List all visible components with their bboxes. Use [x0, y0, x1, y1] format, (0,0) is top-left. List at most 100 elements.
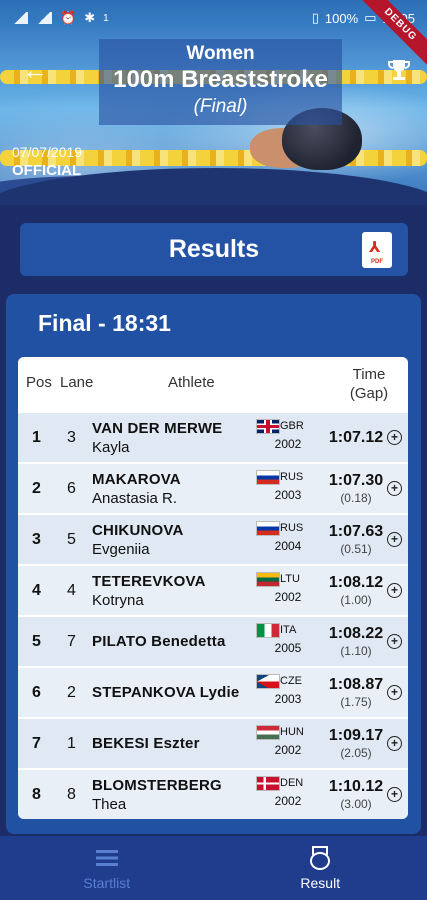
back-arrow-icon[interactable]: ←	[22, 57, 50, 83]
athlete-lastname: MAKAROVA	[92, 470, 181, 488]
athlete-lastname: BLOMSTERBERG	[92, 776, 222, 794]
nav-result[interactable]: Result	[214, 836, 427, 900]
status-bar: ⏰ ✱ 1 ▯ 100% ▭ 14:05	[0, 0, 427, 36]
table-header: Pos Lane Athlete Time (Gap)	[18, 357, 408, 411]
expand-row-button[interactable]: +	[387, 464, 402, 513]
row-position: 1	[32, 428, 41, 446]
athlete-lastname: PILATO Benedetta	[92, 633, 226, 650]
row-athlete: MAKAROVA Anastasia R.	[92, 464, 256, 513]
result-row[interactable]: 2 6 MAKAROVA Anastasia R. RUS 2003 1:07.…	[18, 462, 408, 513]
row-nation: ITA 2005	[256, 623, 312, 655]
row-position: 7	[32, 734, 41, 752]
row-nation: DEN 2002	[256, 776, 312, 808]
nav-startlist[interactable]: Startlist	[0, 836, 214, 900]
result-row[interactable]: 4 4 TETEREVKOVA Kotryna LTU 2002 1:08.12…	[18, 564, 408, 615]
result-gap: (1.75)	[340, 695, 372, 709]
battery-percent: 100%	[324, 10, 359, 26]
row-athlete: BEKESI Eszter	[92, 719, 256, 768]
result-row[interactable]: 7 1 BEKESI Eszter HUN 2002 1:09.17 (2.05…	[18, 717, 408, 768]
result-time: 1:07.30	[328, 472, 384, 489]
results-table: Pos Lane Athlete Time (Gap) 1 3 VAN DER …	[18, 357, 408, 819]
athlete-firstname: Evgeniia	[92, 540, 150, 558]
event-gender: Women	[186, 43, 255, 64]
athlete-firstname: Anastasia R.	[92, 489, 178, 507]
row-athlete: VAN DER MERWE Kayla	[92, 413, 256, 462]
row-lane: 6	[67, 479, 76, 497]
nav-startlist-label: Startlist	[83, 875, 131, 891]
result-time: 1:07.63	[328, 523, 384, 540]
official-status: OFFICIAL	[12, 162, 82, 179]
trophy-icon[interactable]	[385, 56, 413, 84]
birth-year: 2004	[274, 539, 302, 553]
country-code: RUS	[280, 471, 304, 483]
athlete-lastname: VAN DER MERWE	[92, 419, 223, 437]
athlete-lastname: TETEREVKOVA	[92, 572, 206, 590]
plus-circle-icon: +	[387, 685, 402, 700]
country-code: RUS	[280, 522, 304, 534]
result-row[interactable]: 8 8 BLOMSTERBERG Thea DEN 2002 1:10.12 (…	[18, 768, 408, 819]
result-time: 1:08.12	[328, 574, 384, 591]
results-header-bar: Results ⅄ PDF	[20, 223, 408, 276]
athlete-firstname: Thea	[92, 795, 127, 813]
result-row[interactable]: 1 3 VAN DER MERWE Kayla GBR 2002 1:07.12…	[18, 411, 408, 462]
expand-row-button[interactable]: +	[387, 515, 402, 564]
plus-circle-icon: +	[387, 430, 402, 445]
header-pos: Pos	[26, 374, 52, 391]
acrobat-glyph-icon: ⅄	[369, 239, 381, 256]
row-position: 4	[32, 581, 41, 599]
row-lane: 2	[67, 683, 76, 701]
row-time: 1:08.22 (1.10)	[318, 617, 394, 666]
flag-hun-icon	[256, 725, 280, 740]
expand-row-button[interactable]: +	[387, 566, 402, 615]
expand-row-button[interactable]: +	[387, 770, 402, 819]
event-date: 07/07/2019	[12, 144, 83, 160]
country-code: ITA	[280, 624, 297, 636]
result-row[interactable]: 3 5 CHIKUNOVA Evgeniia RUS 2004 1:07.63 …	[18, 513, 408, 564]
expand-row-button[interactable]: +	[387, 668, 402, 717]
event-name: 100m Breaststroke	[113, 66, 328, 93]
event-title-box: Women 100m Breaststroke (Final)	[99, 39, 342, 125]
header-lane: Lane	[60, 374, 94, 391]
result-time: 1:08.87	[328, 676, 384, 693]
row-athlete: BLOMSTERBERG Thea	[92, 770, 256, 819]
country-code: HUN	[280, 726, 304, 738]
header-athlete: Athlete	[168, 374, 215, 391]
athlete-lastname: STEPANKOVA Lydie	[92, 684, 240, 701]
birth-year: 2003	[274, 692, 302, 706]
row-lane: 3	[67, 428, 76, 446]
result-gap: (0.18)	[340, 491, 372, 505]
result-row[interactable]: 5 7 PILATO Benedetta ITA 2005 1:08.22 (1…	[18, 615, 408, 666]
signal-icon	[12, 12, 28, 24]
row-time: 1:07.63 (0.51)	[318, 515, 394, 564]
flag-rus-icon	[256, 521, 280, 536]
event-phase: (Final)	[193, 96, 248, 117]
results-panel: Final - 18:31 Pos Lane Athlete Time (Gap…	[6, 294, 421, 834]
row-position: 2	[32, 479, 41, 497]
signal-icon	[36, 12, 52, 24]
expand-row-button[interactable]: +	[387, 413, 402, 462]
event-header: ⏰ ✱ 1 ▯ 100% ▭ 14:05 DEBUG ← Women 100m …	[0, 0, 427, 205]
bluetooth-icon: ✱	[84, 10, 96, 25]
flag-ltu-icon	[256, 572, 280, 587]
flag-ita-icon	[256, 623, 280, 638]
row-position: 5	[32, 632, 41, 650]
plus-circle-icon: +	[387, 583, 402, 598]
birth-year: 2002	[274, 743, 302, 757]
flag-gbr-icon	[256, 419, 280, 434]
pdf-icon[interactable]: ⅄ PDF	[362, 232, 392, 268]
athlete-firstname: Kotryna	[92, 591, 144, 609]
row-athlete: TETEREVKOVA Kotryna	[92, 566, 256, 615]
plus-circle-icon: +	[387, 532, 402, 547]
expand-row-button[interactable]: +	[387, 719, 402, 768]
header-time: Time (Gap)	[340, 365, 398, 403]
expand-row-button[interactable]: +	[387, 617, 402, 666]
result-time: 1:08.22	[328, 625, 384, 642]
result-row[interactable]: 6 2 STEPANKOVA Lydie CZE 2003 1:08.87 (1…	[18, 666, 408, 717]
athlete-firstname: Kayla	[92, 438, 130, 456]
row-time: 1:07.12	[318, 413, 394, 462]
country-code: GBR	[280, 420, 304, 432]
row-nation: RUS 2004	[256, 521, 312, 553]
row-lane: 5	[67, 530, 76, 548]
heat-title: Final - 18:31	[38, 310, 171, 336]
country-code: LTU	[280, 573, 300, 585]
